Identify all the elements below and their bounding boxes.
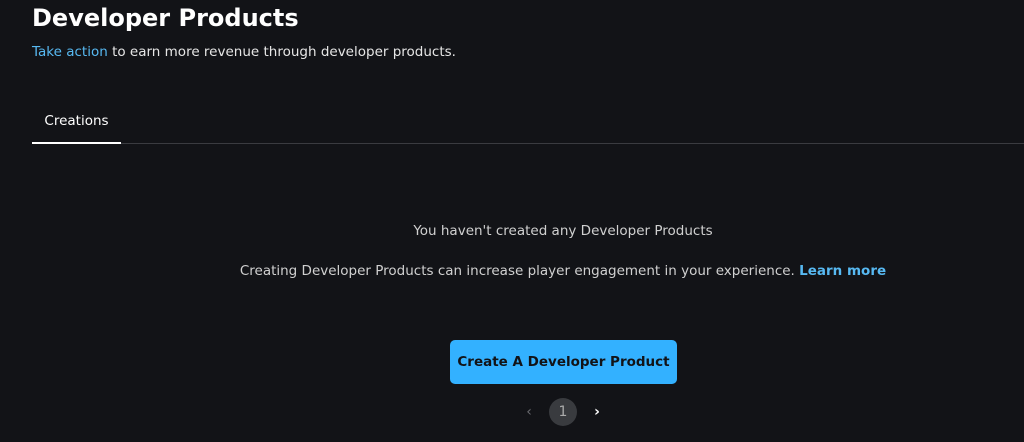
create-developer-product-button[interactable]: Create A Developer Product (450, 340, 677, 384)
subtitle-text: to earn more revenue through developer p… (107, 44, 456, 60)
chevron-left-icon[interactable]: ‹ (515, 398, 543, 426)
empty-state-text: Creating Developer Products can increase… (239, 263, 800, 279)
tab-bar: Creations (32, 100, 1024, 144)
page-1-button[interactable]: 1 (549, 398, 577, 426)
chevron-right-icon[interactable]: › (583, 398, 611, 426)
empty-state-body: Creating Developer Products can increase… (0, 263, 1024, 279)
page-title: Developer Products (32, 4, 299, 32)
tab-creations[interactable]: Creations (32, 100, 121, 144)
take-action-link[interactable]: Take action (32, 44, 108, 60)
learn-more-link[interactable]: Learn more (799, 263, 886, 279)
page-subtitle: Take action to earn more revenue through… (32, 44, 456, 60)
empty-state-heading: You haven't created any Developer Produc… (413, 223, 713, 239)
pagination: ‹ 1 › (515, 398, 611, 426)
